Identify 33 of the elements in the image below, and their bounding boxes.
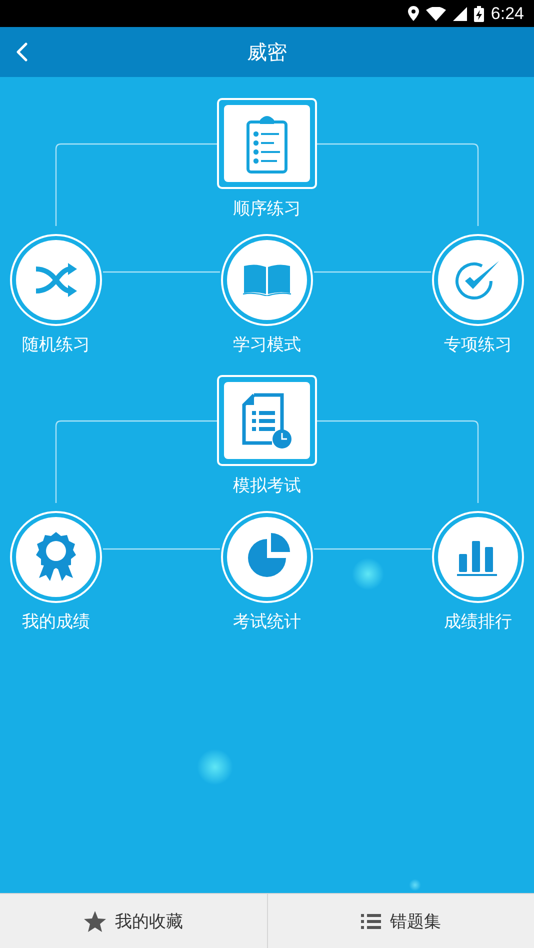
menu-circle-button[interactable]	[221, 511, 313, 603]
bottom-tab-button[interactable]: 我的收藏	[0, 894, 266, 948]
signal-icon	[452, 6, 467, 20]
menu-tile-button[interactable]	[217, 98, 317, 189]
menu-circle-button[interactable]	[10, 511, 102, 603]
wifi-icon	[426, 6, 446, 20]
page-title: 威密	[247, 38, 287, 66]
menu-circle-button[interactable]	[432, 234, 524, 326]
menu-label: 考试统计	[233, 611, 301, 633]
star-icon	[84, 910, 106, 932]
location-icon	[408, 6, 419, 21]
check-circle-icon	[455, 259, 501, 301]
shuffle-icon	[34, 263, 78, 297]
bottom-tab-button[interactable]: 错题集	[268, 894, 534, 948]
document-clock-icon	[242, 392, 292, 448]
menu-circle-button[interactable]	[221, 234, 313, 326]
clipboard-icon	[245, 114, 289, 174]
menu-label: 随机练习	[22, 334, 90, 356]
status-time: 6:24	[490, 4, 524, 24]
book-icon	[243, 264, 291, 296]
menu-label: 专项练习	[444, 334, 512, 356]
award-ribbon-icon	[36, 532, 76, 582]
menu-label: 顺序练习	[233, 198, 301, 220]
menu-label: 学习模式	[233, 334, 301, 356]
menu-label: 成绩排行	[444, 611, 512, 633]
battery-charging-icon	[474, 6, 484, 22]
menu-label: 模拟考试	[233, 475, 301, 497]
menu-circle-button[interactable]	[432, 511, 524, 603]
menu-tile-button[interactable]	[217, 375, 317, 466]
menu-circle-button[interactable]	[10, 234, 102, 326]
menu-label: 我的成绩	[22, 611, 90, 633]
back-icon	[16, 42, 28, 62]
list-icon	[360, 913, 381, 929]
